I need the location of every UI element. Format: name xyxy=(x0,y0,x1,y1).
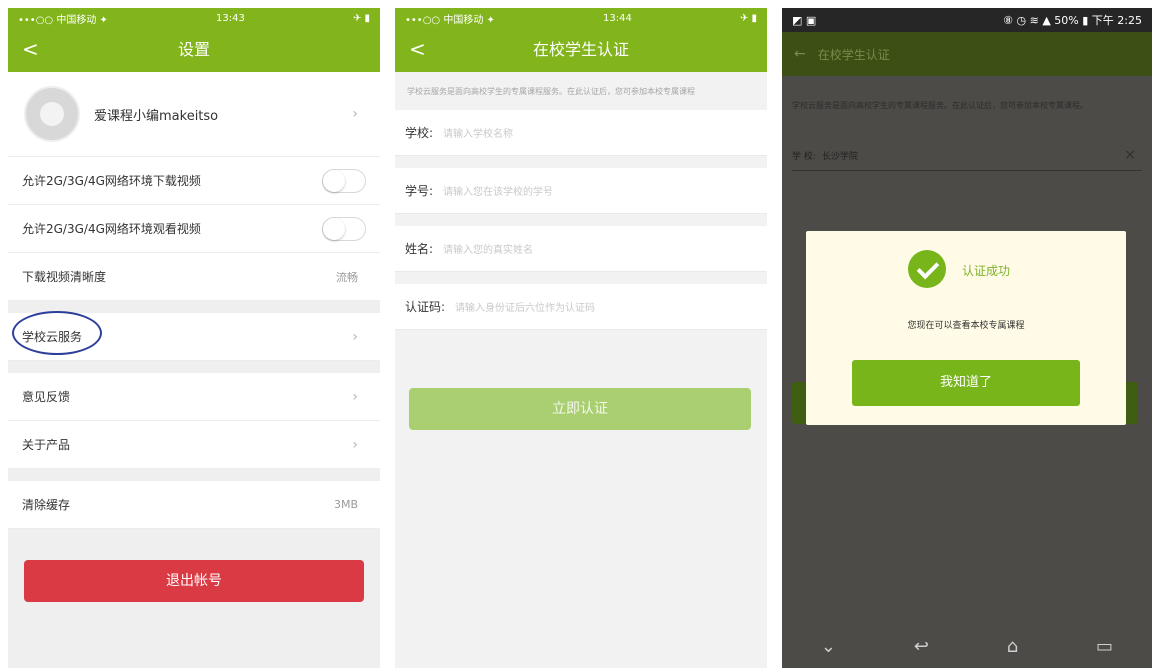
dialog-title: 认证成功 xyxy=(962,264,1011,278)
school-input[interactable]: 请输入学校名称 xyxy=(443,125,513,140)
setting-label: 关于产品 xyxy=(22,438,71,452)
verification-success-screen: ◩ ▣ ⑧ ◷ ≋ ▲ 50% ▮ 下午 2:25 ← 在校学生认证 学校云服务… xyxy=(782,8,1152,668)
setting-feedback[interactable]: 意见反馈 › xyxy=(8,373,380,421)
verification-screen: •••○○ 中国移动 ✦ 13:44 ✈ ▮ < 在校学生认证 学校云服务是面向… xyxy=(395,8,767,668)
school-field[interactable]: 学 校: 长沙学院 × xyxy=(792,140,1142,171)
nav-bar: < 在校学生认证 xyxy=(395,28,767,72)
highlight-circle xyxy=(12,311,102,355)
setting-watch-network: 允许2G/3G/4G网络环境观看视频 xyxy=(8,205,380,253)
setting-label: 清除缓存 xyxy=(22,498,71,512)
setting-video-quality[interactable]: 下载视频清晰度 流畅 xyxy=(8,253,380,301)
carrier-text: •••○○ 中国移动 ✦ xyxy=(18,14,108,26)
page-title: 在校学生认证 xyxy=(817,47,890,62)
setting-value: 3MB xyxy=(333,498,358,511)
field-label: 学号: xyxy=(405,184,434,198)
back-arrow-icon[interactable]: ← xyxy=(794,46,806,62)
system-nav-bar: ⌄ ↩ ⌂ ▭ xyxy=(782,624,1152,668)
status-bar: •••○○ 中国移动 ✦ 13:44 ✈ ▮ xyxy=(395,8,767,28)
watch-toggle[interactable] xyxy=(322,216,366,241)
clear-icon[interactable]: × xyxy=(1124,147,1136,163)
description-text: 学校云服务是面向高校学生的专属课程服务。在此认证后，您可参加本校专属课程 xyxy=(407,87,695,96)
success-dialog: 认证成功 您现在可以查看本校专属课程 我知道了 xyxy=(806,231,1126,425)
setting-label: 允许2G/3G/4G网络环境下载视频 xyxy=(22,174,201,188)
settings-screen: •••○○ 中国移动 ✦ 13:43 ✈ ▮ < 设置 爱课程小编makeits… xyxy=(8,8,380,668)
download-toggle[interactable] xyxy=(322,168,366,193)
student-id-input[interactable]: 请输入您在该学校的学号 xyxy=(443,183,553,198)
field-label: 学 校: xyxy=(792,151,816,162)
profile-row[interactable]: 爱课程小编makeitso › xyxy=(8,72,380,157)
toggle-knob xyxy=(323,217,345,240)
nav-bar: ← 在校学生认证 xyxy=(782,32,1152,76)
page-title: 设置 xyxy=(177,40,210,59)
back-icon[interactable]: ↩ xyxy=(914,636,929,657)
setting-label: 允许2G/3G/4G网络环境观看视频 xyxy=(22,222,201,236)
school-field[interactable]: 学校: 请输入学校名称 xyxy=(395,110,767,156)
school-value: 长沙学院 xyxy=(821,151,858,162)
ok-button[interactable]: 我知道了 xyxy=(852,360,1080,406)
setting-about[interactable]: 关于产品 › xyxy=(8,421,380,469)
field-label: 认证码: xyxy=(405,300,446,314)
status-icons: ⑧ ◷ ≋ ▲ 50% ▮ 下午 2:25 xyxy=(1003,14,1142,27)
name-field[interactable]: 姓名: 请输入您的真实姓名 xyxy=(395,226,767,272)
chevron-right-icon: › xyxy=(352,388,358,405)
check-icon xyxy=(908,250,946,288)
chevron-right-icon: › xyxy=(352,106,358,122)
student-id-field[interactable]: 学号: 请输入您在该学校的学号 xyxy=(395,168,767,214)
status-bar: ◩ ▣ ⑧ ◷ ≋ ▲ 50% ▮ 下午 2:25 xyxy=(782,8,1152,32)
chevron-down-icon[interactable]: ⌄ xyxy=(821,636,836,657)
nav-bar: < 设置 xyxy=(8,28,380,72)
chevron-right-icon: › xyxy=(352,436,358,453)
name-input[interactable]: 请输入您的真实姓名 xyxy=(443,241,533,256)
setting-label: 下载视频清晰度 xyxy=(22,270,107,284)
logout-button[interactable]: 退出帐号 xyxy=(24,560,364,602)
setting-value: 流畅 xyxy=(336,270,358,284)
description-text: 学校云服务是面向高校学生的专属课程服务。在此认证后，您可参加本校专属课程。 xyxy=(792,101,1088,110)
toggle-knob xyxy=(323,169,345,192)
verify-now-button[interactable]: 立即认证 xyxy=(409,388,751,430)
avatar xyxy=(24,86,80,142)
section-gap xyxy=(8,361,380,373)
chevron-right-icon: › xyxy=(352,328,358,345)
setting-download-network: 允许2G/3G/4G网络环境下载视频 xyxy=(8,157,380,205)
setting-label: 意见反馈 xyxy=(22,390,71,404)
recent-apps-icon[interactable]: ▭ xyxy=(1096,636,1113,657)
field-label: 姓名: xyxy=(405,242,434,256)
carrier-text: •••○○ 中国移动 ✦ xyxy=(405,14,495,26)
page-title: 在校学生认证 xyxy=(532,40,629,59)
section-gap xyxy=(8,469,380,481)
verify-code-input[interactable]: 请输入身份证后六位作为认证码 xyxy=(455,299,595,314)
status-icons: ✈ ▮ xyxy=(352,12,370,24)
status-time: 13:43 xyxy=(216,12,245,24)
notification-icons: ◩ ▣ xyxy=(792,13,817,27)
setting-clear-cache[interactable]: 清除缓存 3MB xyxy=(8,481,380,529)
profile-name: 爱课程小编makeitso xyxy=(94,108,219,124)
setting-school-cloud[interactable]: 学校云服务 › xyxy=(8,311,380,361)
status-icons: ✈ ▮ xyxy=(739,12,757,24)
status-bar: •••○○ 中国移动 ✦ 13:43 ✈ ▮ xyxy=(8,8,380,28)
home-icon[interactable]: ⌂ xyxy=(1007,636,1018,657)
field-label: 学校: xyxy=(405,126,434,140)
verify-code-field[interactable]: 认证码: 请输入身份证后六位作为认证码 xyxy=(395,284,767,330)
status-time: 13:44 xyxy=(603,12,632,24)
dialog-message: 您现在可以查看本校专属课程 xyxy=(907,321,1025,331)
